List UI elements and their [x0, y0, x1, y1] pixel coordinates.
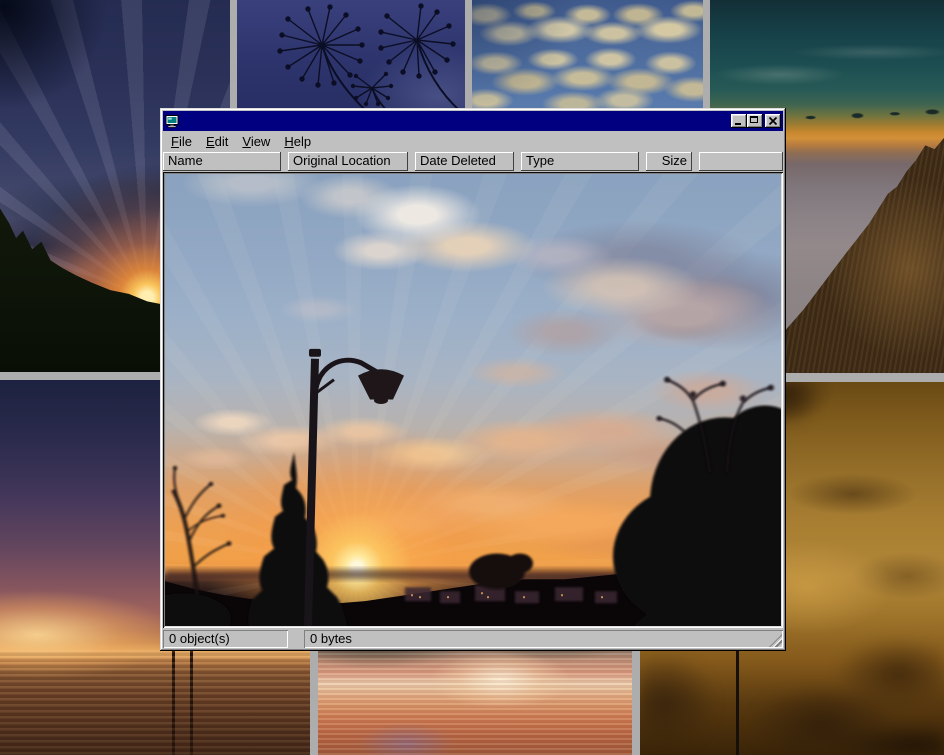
status-bytes: 0 bytes [304, 630, 783, 648]
client-photo-sunset-streetlamp [165, 174, 781, 626]
column-header-blank[interactable] [699, 152, 783, 171]
close-icon [769, 117, 777, 125]
minimize-icon [735, 123, 741, 125]
desktop-wallpaper: FileEditViewHelp Name Original Location Da… [0, 0, 944, 755]
column-header-date-deleted[interactable]: Date Deleted [415, 152, 514, 171]
maximize-button[interactable] [747, 114, 763, 128]
recycle-bin-window: FileEditViewHelp Name Original Location Da… [160, 108, 786, 651]
status-bar: 0 object(s) 0 bytes [163, 630, 783, 648]
column-header-name[interactable]: Name [163, 152, 281, 171]
window-controls [731, 114, 781, 128]
computer-icon [165, 114, 179, 128]
column-header-original-location[interactable]: Original Location [288, 152, 408, 171]
file-list-area[interactable] [163, 172, 783, 628]
reed-pole-silhouette [736, 648, 739, 755]
column-header-type[interactable]: Type [521, 152, 639, 171]
menu-item-help[interactable]: Help [277, 132, 318, 151]
status-bytes-text: 0 bytes [310, 631, 352, 646]
title-bar[interactable] [163, 111, 783, 131]
right-tree-silhouette [613, 377, 781, 626]
menu-item-edit[interactable]: Edit [199, 132, 235, 151]
water-pole-silhouette [190, 642, 193, 755]
column-header-size[interactable]: Size [646, 152, 692, 171]
status-objects: 0 object(s) [163, 630, 288, 648]
close-button[interactable] [765, 114, 781, 128]
status-objects-text: 0 object(s) [169, 631, 230, 646]
photo-foreground-silhouettes [165, 174, 781, 626]
column-header-row: Name Original Location Date Deleted Type Siz… [163, 151, 783, 172]
menu-item-file[interactable]: File [164, 132, 199, 151]
menu-item-view[interactable]: View [235, 132, 277, 151]
maximize-icon [750, 116, 758, 123]
menu-bar: FileEditViewHelp [163, 131, 783, 151]
minimize-button[interactable] [731, 114, 747, 128]
